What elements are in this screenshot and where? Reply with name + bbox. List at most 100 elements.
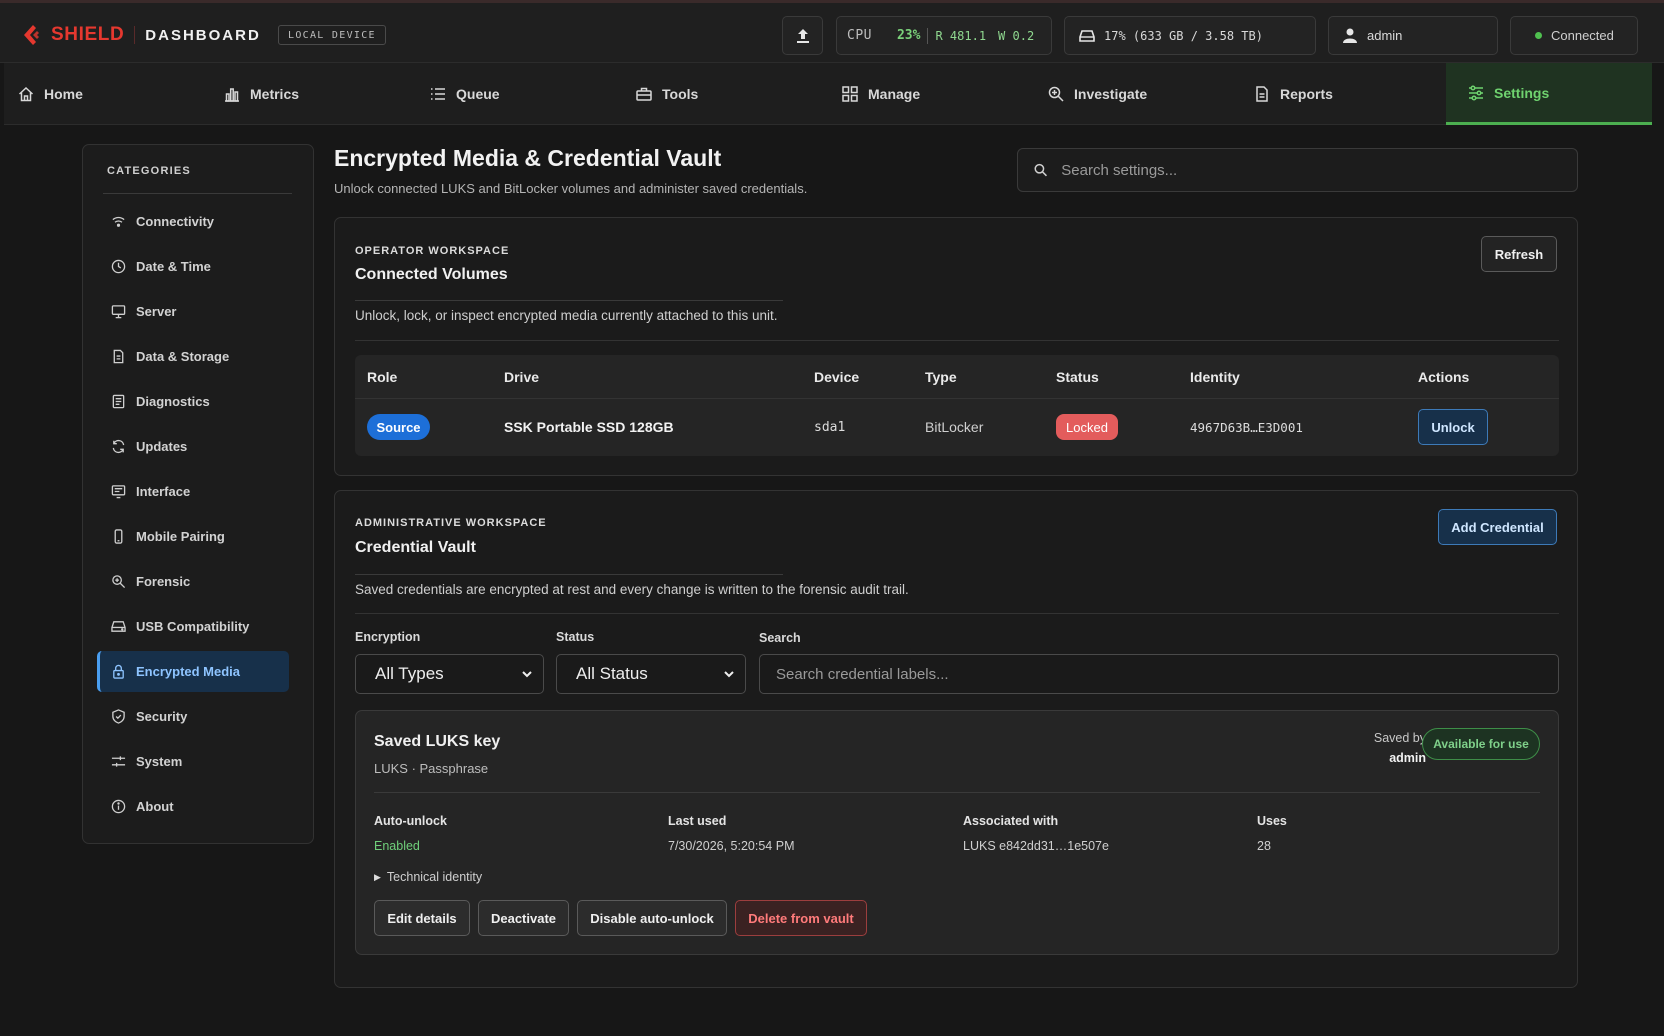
user-name: admin [1367, 28, 1403, 43]
chevron-down-icon [522, 671, 532, 678]
status-filter-select[interactable]: All Status [556, 654, 746, 694]
nav-settings[interactable]: Settings [1446, 63, 1652, 125]
encryption-filter-label: Encryption [355, 630, 421, 644]
search-icon [1034, 163, 1047, 177]
field-label: Last used [668, 814, 727, 828]
chevron-down-icon [724, 671, 734, 678]
upload-button[interactable] [782, 16, 823, 55]
nav-tools[interactable]: Tools [622, 63, 828, 125]
unlock-button[interactable]: Unlock [1418, 409, 1488, 445]
table-header: Role Drive Device Type Status Identity A… [355, 355, 1559, 399]
refresh-button[interactable]: Refresh [1481, 236, 1557, 272]
sidebar-item-label: Encrypted Media [136, 664, 241, 679]
sidebar-item-about[interactable]: About [97, 786, 289, 827]
panel-eyebrow: ADMINISTRATIVE WORKSPACE [355, 517, 547, 529]
sidebar-item-security[interactable]: Security [97, 696, 289, 737]
sidebar-item-label: Date & Time [136, 259, 211, 274]
status-filter-label: Status [556, 630, 595, 644]
volume-identity: 4967D63B…E3D001 [1190, 420, 1303, 435]
page-title: Encrypted Media & Credential Vault [334, 145, 722, 171]
technical-identity-toggle[interactable]: ▶ Technical identity [374, 870, 482, 884]
delete-from-vault-button[interactable]: Delete from vault [735, 900, 867, 936]
nav-investigate[interactable]: Investigate [1034, 63, 1240, 125]
sidebar-item-label: Mobile Pairing [136, 529, 225, 544]
encryption-filter-select[interactable]: All Types [355, 654, 544, 694]
credential-search-input[interactable] [776, 665, 1558, 683]
column-header: Actions [1418, 369, 1470, 385]
sidebar-item-connectivity[interactable]: Connectivity [97, 201, 289, 242]
nav-metrics[interactable]: Metrics [210, 63, 416, 125]
sidebar-item-usb-compatibility[interactable]: USB Compatibility [97, 606, 289, 647]
sidebar-item-data-storage[interactable]: Data & Storage [97, 336, 289, 377]
sidebar-item-label: Server [136, 304, 177, 319]
sidebar-item-interface[interactable]: Interface [97, 471, 289, 512]
shield-icon [112, 709, 125, 724]
list-icon [431, 88, 445, 100]
nav-reports[interactable]: Reports [1240, 63, 1446, 125]
upload-icon [796, 28, 809, 43]
cpu-label: CPU [847, 28, 872, 43]
edit-details-button[interactable]: Edit details [374, 900, 470, 936]
encryption-type: BitLocker [925, 419, 984, 435]
sidebar-item-label: Updates [136, 439, 188, 454]
role-badge: Source [367, 414, 430, 440]
sidebar-item-mobile-pairing[interactable]: Mobile Pairing [97, 516, 289, 557]
brand-divider [134, 26, 136, 44]
connection-dot-icon [1535, 32, 1542, 39]
add-credential-button[interactable]: Add Credential [1438, 509, 1557, 545]
sidebar-item-date-time[interactable]: Date & Time [97, 246, 289, 287]
sidebar-item-encrypted-media[interactable]: Encrypted Media [97, 651, 289, 692]
document-icon [1256, 86, 1268, 102]
encryption-filter-value: All Types [375, 664, 444, 683]
sidebar-item-system[interactable]: System [97, 741, 289, 782]
lock-icon [113, 664, 124, 679]
user-icon [1343, 28, 1357, 43]
nav-label: Tools [662, 86, 699, 102]
toolbox-icon [636, 87, 652, 101]
sidebar-item-diagnostics[interactable]: Diagnostics [97, 381, 289, 422]
drive-name: SSK Portable SSD 128GB [504, 419, 674, 435]
settings-search-input[interactable] [1061, 161, 1577, 179]
field-label: Uses [1257, 814, 1287, 828]
nav-label: Investigate [1074, 86, 1148, 102]
sidebar-item-server[interactable]: Server [97, 291, 289, 332]
brand-section: DASHBOARD [145, 26, 261, 44]
column-header: Identity [1190, 369, 1240, 385]
display-icon [111, 485, 126, 499]
file-icon [113, 349, 124, 364]
nav-home[interactable]: Home [4, 63, 210, 125]
sidebar-item-label: USB Compatibility [136, 619, 250, 634]
search-filter-label: Search [759, 631, 801, 645]
field-label: Associated with [963, 814, 1059, 828]
nav-label: Settings [1494, 84, 1550, 101]
sidebar-item-forensic[interactable]: Forensic [97, 561, 289, 602]
last-used-value: 7/30/2026, 5:20:54 PM [668, 839, 795, 853]
grid-icon [842, 86, 858, 102]
deactivate-button[interactable]: Deactivate [478, 900, 569, 936]
nav-label: Home [44, 86, 83, 102]
field-label: Auto-unlock [374, 814, 447, 828]
sidebar-item-updates[interactable]: Updates [97, 426, 289, 467]
nav-label: Manage [868, 86, 921, 102]
home-icon [18, 86, 34, 102]
panel-title-divider [355, 300, 783, 301]
sliders-icon [111, 756, 126, 767]
settings-search [1017, 148, 1578, 192]
clock-icon [111, 259, 126, 274]
disable-auto-unlock-button[interactable]: Disable auto-unlock [577, 900, 727, 936]
phone-icon [114, 529, 123, 544]
disk-status: 17% (633 GB / 3.58 TB) [1064, 16, 1316, 55]
sidebar-item-label: Connectivity [136, 214, 215, 229]
auto-unlock-value: Enabled [374, 839, 420, 853]
log-icon [112, 394, 125, 409]
user-menu[interactable]: admin [1328, 16, 1498, 55]
category-list: Connectivity Date & Time Server Data & S… [97, 201, 289, 831]
table-row: Source SSK Portable SSD 128GB sda1 BitLo… [355, 399, 1559, 456]
nav-manage[interactable]: Manage [828, 63, 1034, 125]
technical-identity-label: Technical identity [386, 870, 483, 884]
sidebar-item-label: Forensic [136, 574, 191, 589]
sliders-icon [1469, 84, 1483, 101]
panel-title: Connected Volumes [355, 266, 508, 283]
write-rate: W 0.2 [998, 28, 1035, 43]
nav-queue[interactable]: Queue [416, 63, 622, 125]
